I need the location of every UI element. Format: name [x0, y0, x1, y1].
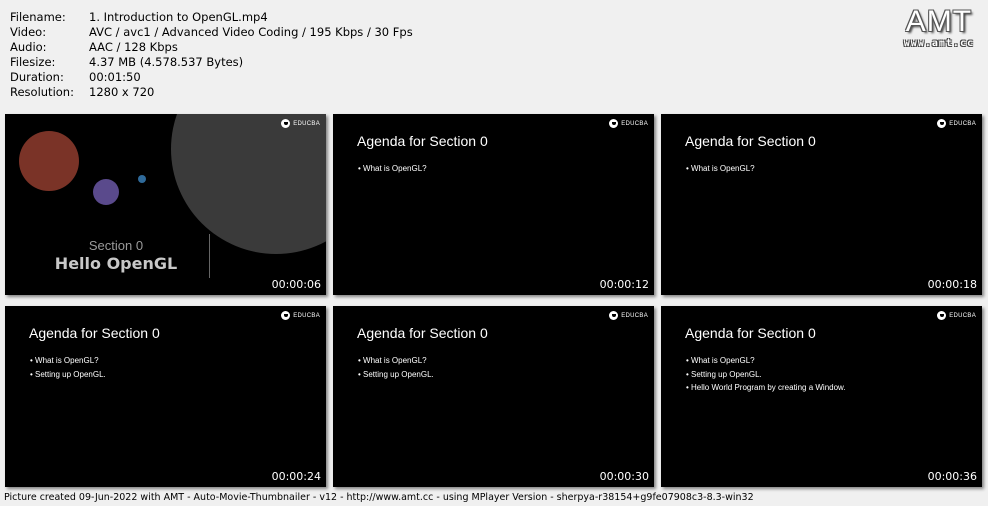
agenda-item: • What is OpenGL?: [358, 356, 427, 365]
decor-circle-medium: [93, 179, 119, 205]
thumbnail-3[interactable]: EDUCBA Agenda for Section 0 • What is Op…: [661, 114, 982, 295]
thumbnail-5[interactable]: EDUCBA Agenda for Section 0 • What is Op…: [333, 306, 654, 487]
agenda-list: • What is OpenGL? • Setting up OpenGL. •…: [686, 354, 846, 395]
section-title: Hello OpenGL: [54, 254, 178, 273]
thumbnail-4[interactable]: EDUCBA Agenda for Section 0 • What is Op…: [5, 306, 326, 487]
info-row-video: Video: AVC / avc1 / Advanced Video Coding…: [10, 25, 413, 40]
educba-brand: EDUCBA: [937, 311, 976, 320]
agenda-item: • What is OpenGL?: [686, 356, 755, 365]
info-value: 1280 x 720: [89, 85, 155, 99]
info-row-filename: Filename: 1. Introduction to OpenGL.mp4: [10, 10, 413, 25]
decor-circle-gray: [171, 114, 326, 254]
educba-brand: EDUCBA: [281, 119, 320, 128]
amt-logo-url: www.amt.cc: [903, 38, 974, 49]
agenda-title: Agenda for Section 0: [685, 133, 816, 149]
brand-label: EDUCBA: [621, 120, 648, 127]
info-row-filesize: Filesize: 4.37 MB (4.578.537 Bytes): [10, 55, 413, 70]
info-value: 4.37 MB (4.578.537 Bytes): [89, 55, 244, 69]
info-value: 00:01:50: [89, 70, 141, 84]
info-key: Filesize:: [10, 55, 56, 69]
agenda-item: • Setting up OpenGL.: [686, 369, 762, 379]
educba-brand: EDUCBA: [609, 119, 648, 128]
agenda-item: • What is OpenGL?: [358, 164, 427, 173]
file-info: Filename: 1. Introduction to OpenGL.mp4 V…: [10, 10, 413, 100]
brand-label: EDUCBA: [621, 312, 648, 319]
timestamp: 00:00:06: [271, 278, 321, 291]
info-value: AAC / 128 Kbps: [89, 40, 178, 54]
timestamp: 00:00:24: [271, 470, 321, 483]
info-key: Video:: [10, 25, 47, 39]
educba-logo-icon: [609, 311, 619, 320]
info-key: Filename:: [10, 10, 66, 24]
agenda-item: • What is OpenGL?: [686, 164, 755, 173]
educba-logo-icon: [281, 119, 291, 128]
timestamp: 00:00:36: [927, 470, 977, 483]
thumbnail-6[interactable]: EDUCBA Agenda for Section 0 • What is Op…: [661, 306, 982, 487]
section-label: Section 0: [88, 238, 144, 253]
educba-logo-icon: [937, 119, 947, 128]
agenda-item: • What is OpenGL?: [30, 356, 99, 365]
timestamp: 00:00:30: [599, 470, 649, 483]
decor-circle-large: [19, 131, 79, 191]
info-row-duration: Duration: 00:01:50: [10, 70, 413, 85]
agenda-title: Agenda for Section 0: [357, 325, 488, 341]
info-key: Resolution:: [10, 85, 74, 99]
info-row-audio: Audio: AAC / 128 Kbps: [10, 40, 413, 55]
timestamp: 00:00:18: [927, 278, 977, 291]
timestamp: 00:00:12: [599, 278, 649, 291]
thumbnail-1[interactable]: EDUCBA Section 0 Hello OpenGL 00:00:06: [5, 114, 326, 295]
brand-label: EDUCBA: [293, 312, 320, 319]
educba-brand: EDUCBA: [281, 311, 320, 320]
agenda-item: • Hello World Program by creating a Wind…: [686, 383, 846, 392]
brand-label: EDUCBA: [949, 312, 976, 319]
educba-logo-icon: [937, 311, 947, 320]
agenda-list: • What is OpenGL? • Setting up OpenGL.: [358, 354, 434, 381]
agenda-title: Agenda for Section 0: [685, 325, 816, 341]
agenda-title: Agenda for Section 0: [357, 133, 488, 149]
educba-brand: EDUCBA: [937, 119, 976, 128]
agenda-item: • Setting up OpenGL.: [358, 369, 434, 379]
agenda-list: • What is OpenGL?: [358, 162, 427, 176]
agenda-item: • Setting up OpenGL.: [30, 369, 106, 379]
agenda-title: Agenda for Section 0: [29, 325, 160, 341]
agenda-list: • What is OpenGL?: [686, 162, 755, 176]
info-value: AVC / avc1 / Advanced Video Coding / 195…: [89, 25, 413, 39]
educba-logo-icon: [281, 311, 291, 320]
amt-logo-text: AMT: [905, 5, 973, 38]
brand-label: EDUCBA: [949, 120, 976, 127]
educba-brand: EDUCBA: [609, 311, 648, 320]
brand-label: EDUCBA: [293, 120, 320, 127]
info-row-resolution: Resolution: 1280 x 720: [10, 85, 413, 100]
thumbnail-2[interactable]: EDUCBA Agenda for Section 0 • What is Op…: [333, 114, 654, 295]
divider-line: [209, 234, 210, 278]
amt-logo: AMT www.amt.cc: [903, 5, 974, 50]
educba-logo-icon: [609, 119, 619, 128]
info-value: 1. Introduction to OpenGL.mp4: [89, 10, 268, 24]
decor-circle-small: [138, 175, 146, 183]
info-key: Audio:: [10, 40, 47, 54]
agenda-list: • What is OpenGL? • Setting up OpenGL.: [30, 354, 106, 381]
info-key: Duration:: [10, 70, 64, 84]
footer-caption: Picture created 09-Jun-2022 with AMT - A…: [4, 492, 754, 503]
